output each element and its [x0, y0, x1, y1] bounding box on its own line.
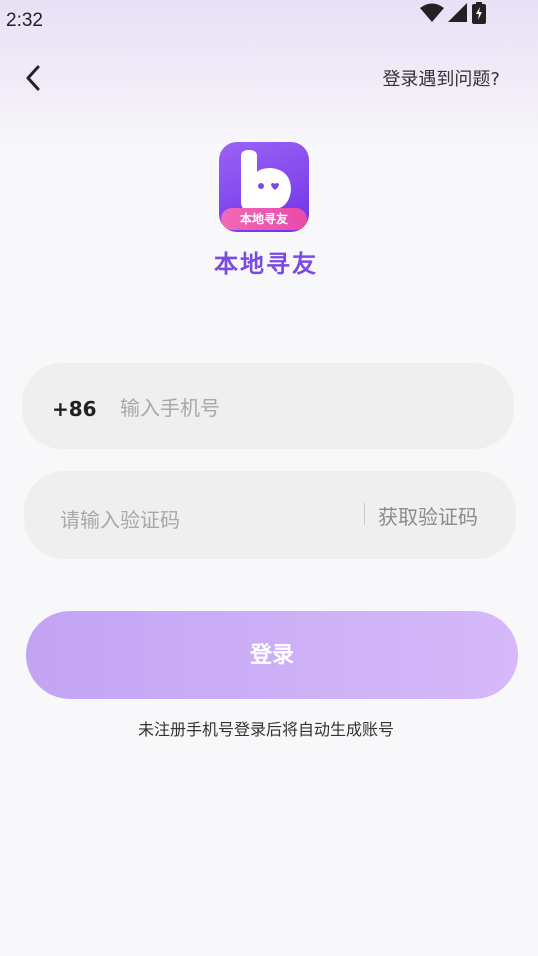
app-logo: 本地寻友: [219, 142, 309, 232]
logo-badge: 本地寻友: [221, 208, 307, 230]
status-bar: 2:32: [0, 0, 538, 40]
nav-bar: 登录遇到问题?: [0, 56, 538, 104]
status-icons: [420, 2, 486, 28]
register-note: 未注册手机号登录后将自动生成账号: [137, 720, 394, 739]
get-code-button[interactable]: 获取验证码: [378, 501, 478, 530]
back-button[interactable]: [16, 62, 50, 98]
battery-icon: [472, 2, 486, 28]
verification-code-input[interactable]: [60, 503, 350, 537]
login-button[interactable]: 登录: [26, 611, 518, 699]
signal-icon: [448, 3, 468, 27]
login-help-link[interactable]: 登录遇到问题?: [382, 65, 500, 91]
chevron-left-icon: [25, 65, 41, 95]
phone-input[interactable]: [120, 391, 480, 425]
app-name: 本地寻友: [214, 250, 318, 278]
country-code[interactable]: +86: [52, 397, 97, 421]
app-logo-icon: 本地寻友: [219, 142, 309, 232]
code-field: 获取验证码: [24, 471, 516, 559]
wifi-icon: [420, 3, 444, 27]
phone-field: +86: [22, 363, 514, 449]
status-time: 2:32: [6, 10, 43, 31]
divider: [364, 503, 365, 525]
